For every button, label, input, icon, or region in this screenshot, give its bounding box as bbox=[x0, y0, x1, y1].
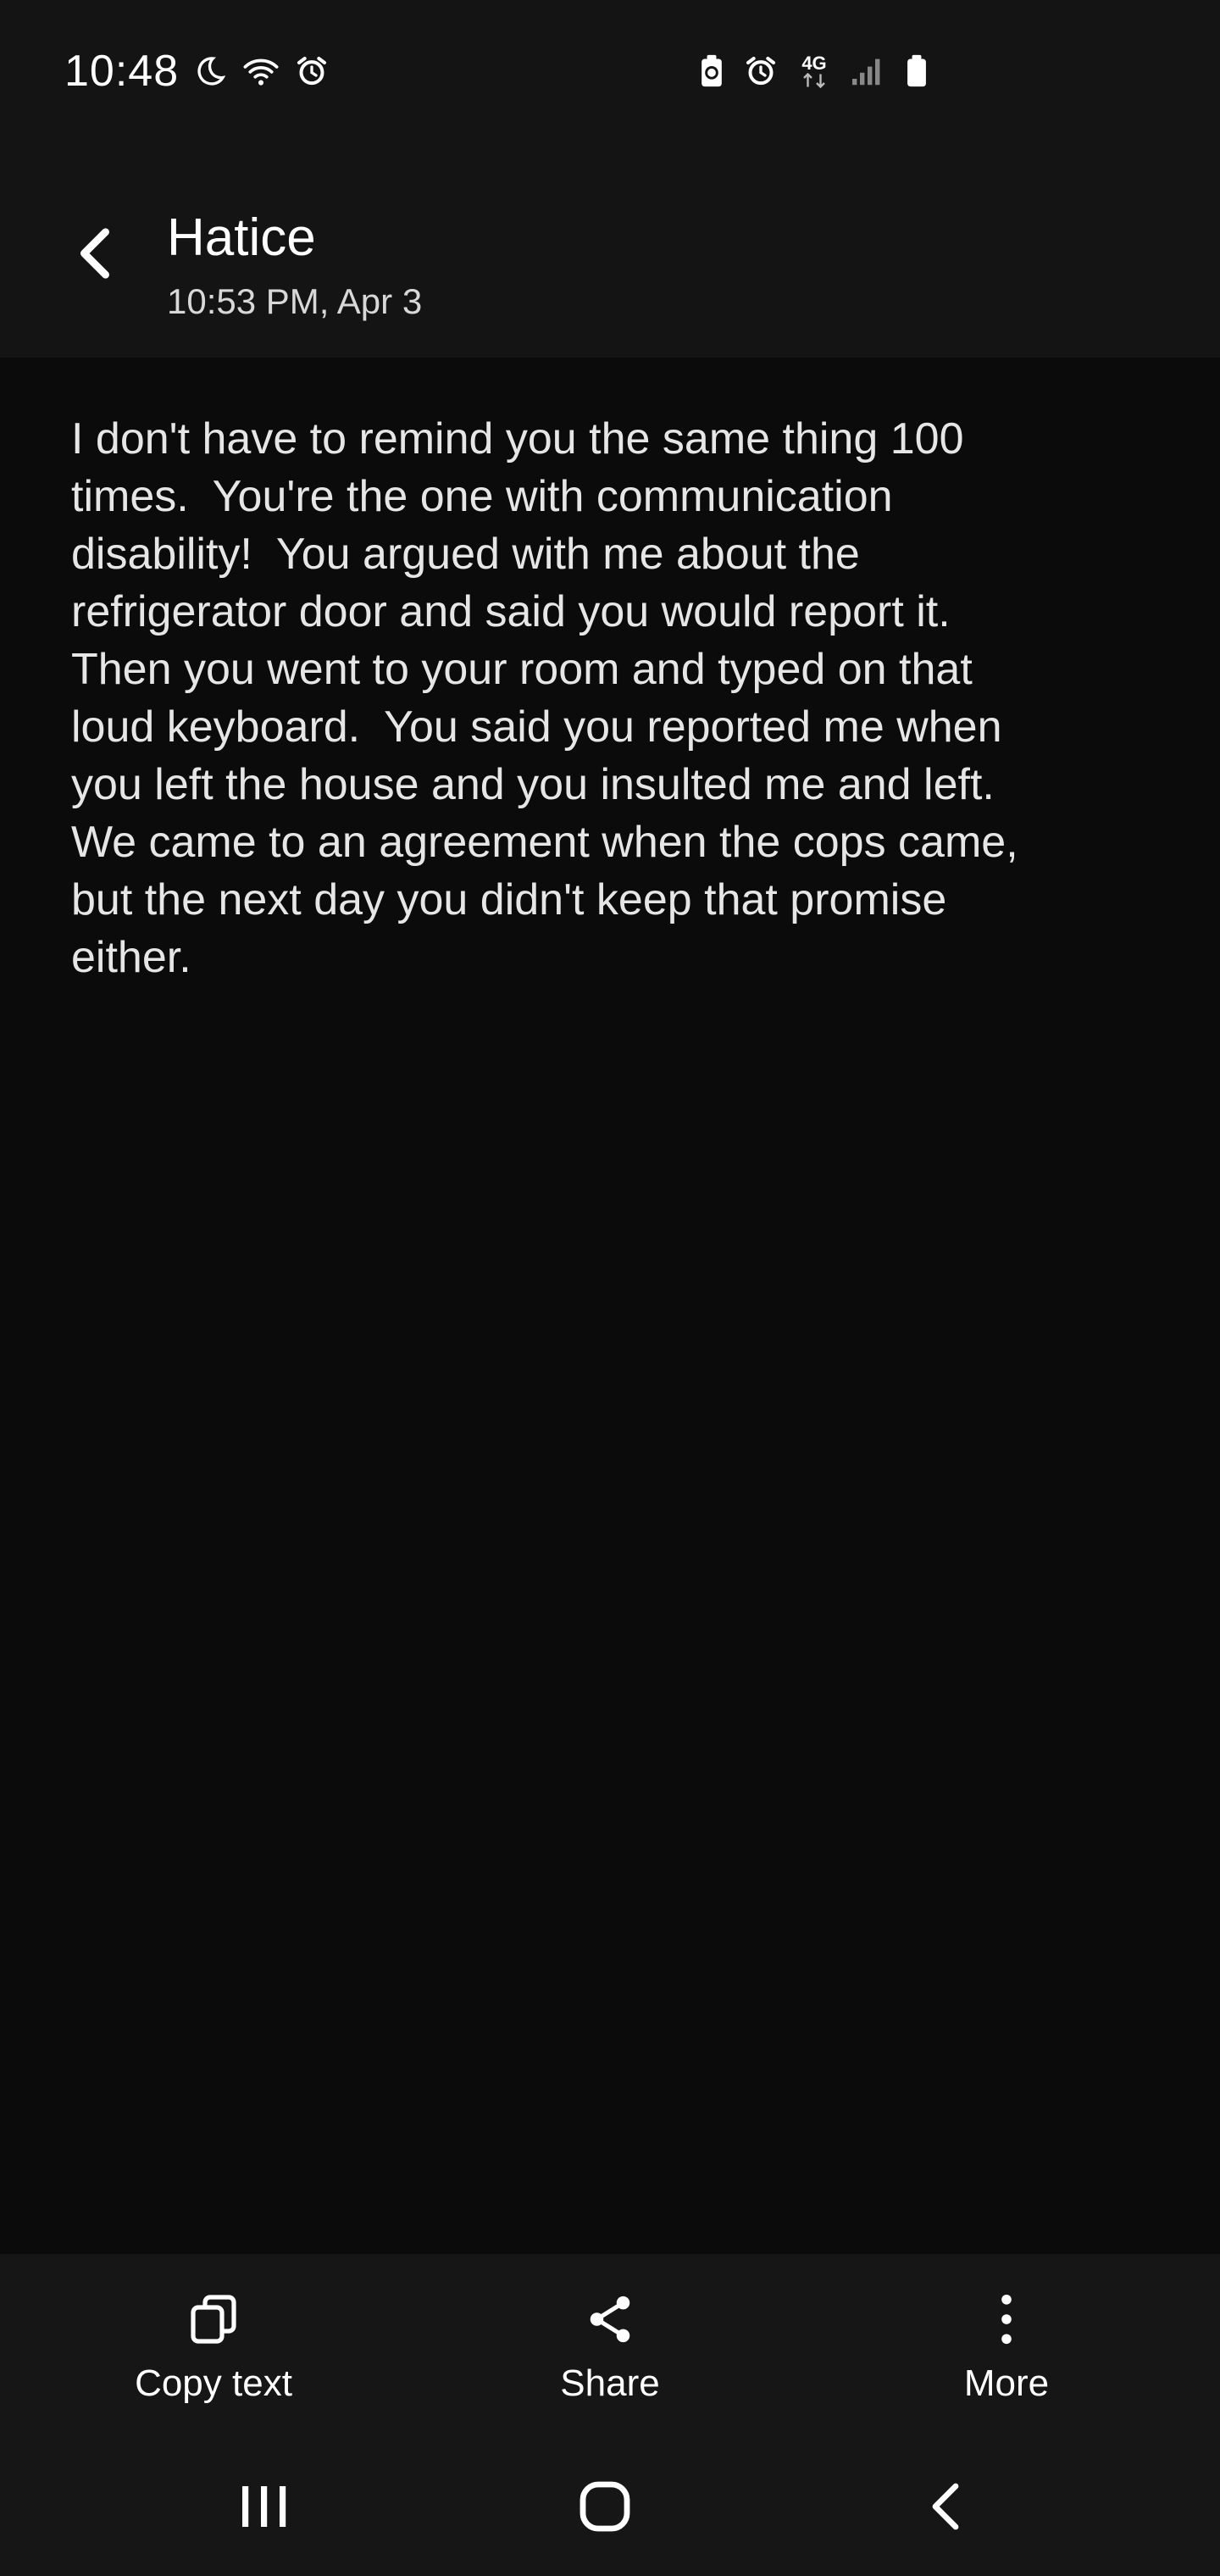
status-time: 10:48 bbox=[64, 47, 180, 96]
copy-text-label: Copy text bbox=[135, 2362, 292, 2404]
network-label: 4G bbox=[801, 53, 827, 74]
copy-icon bbox=[184, 2290, 243, 2349]
wifi-icon bbox=[242, 51, 280, 92]
copy-text-button[interactable]: Copy text bbox=[86, 2254, 341, 2440]
navigation-bar bbox=[0, 2440, 1220, 2576]
recents-button[interactable] bbox=[197, 2457, 332, 2559]
share-icon bbox=[580, 2290, 640, 2349]
nav-back-button[interactable] bbox=[878, 2457, 1013, 2559]
more-button[interactable]: More bbox=[879, 2254, 1134, 2440]
message-header: Hatice 10:53 PM, Apr 3 bbox=[0, 146, 1220, 358]
message-area: I don't have to remind you the same thin… bbox=[0, 358, 1220, 2254]
moon-icon bbox=[191, 51, 229, 92]
nav-back-icon bbox=[929, 2481, 962, 2536]
more-label: More bbox=[963, 2362, 1050, 2404]
alarm-icon bbox=[742, 51, 779, 92]
signal-icon bbox=[849, 51, 886, 92]
home-button[interactable] bbox=[537, 2457, 673, 2559]
alarm-icon bbox=[293, 51, 330, 92]
4g-lte-icon: 4G bbox=[791, 51, 837, 92]
action-bar: Copy text Share More bbox=[0, 2254, 1220, 2440]
message-body[interactable]: I don't have to remind you the same thin… bbox=[71, 410, 1164, 986]
message-timestamp: 10:53 PM, Apr 3 bbox=[167, 281, 423, 321]
battery-icon bbox=[898, 51, 935, 92]
status-left-icons bbox=[191, 51, 330, 92]
status-bar: 10:48 4G bbox=[0, 0, 1220, 146]
battery-saver-icon bbox=[693, 51, 730, 92]
status-right-icons: 4G bbox=[693, 51, 935, 92]
home-icon bbox=[578, 2479, 632, 2538]
recents-icon bbox=[239, 2483, 290, 2534]
more-vertical-icon bbox=[977, 2290, 1036, 2349]
share-button[interactable]: Share bbox=[483, 2254, 737, 2440]
chevron-left-icon bbox=[74, 225, 114, 286]
sender-name: Hatice bbox=[167, 208, 316, 267]
back-button[interactable] bbox=[56, 217, 132, 293]
share-label: Share bbox=[560, 2362, 660, 2404]
